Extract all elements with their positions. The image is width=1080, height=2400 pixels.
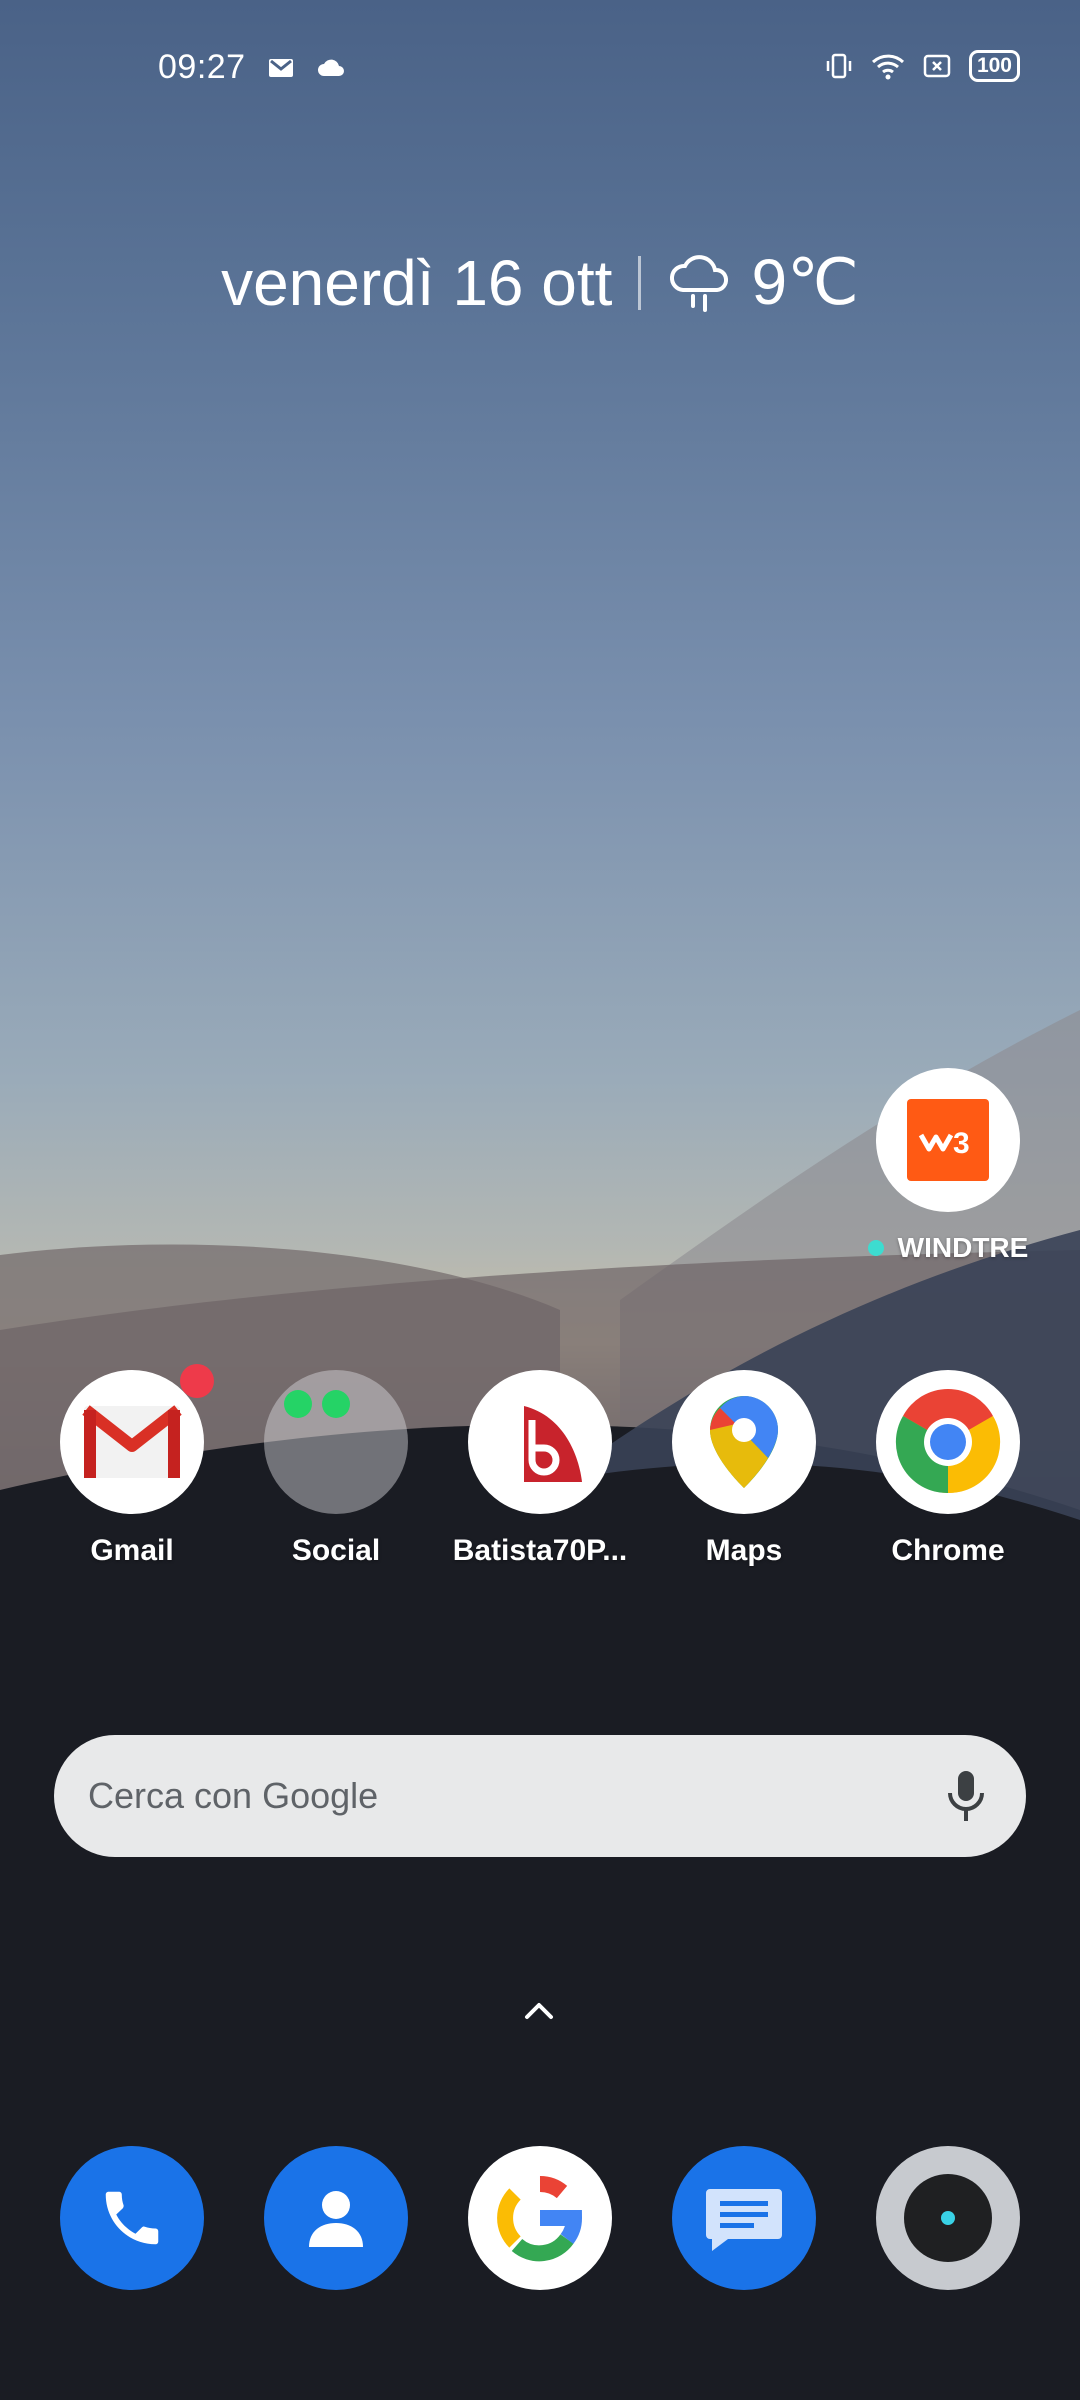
windtre-app-icon[interactable]: 3 xyxy=(876,1068,1020,1212)
wifi-icon xyxy=(871,54,904,80)
dock-messages[interactable] xyxy=(644,2146,844,2290)
temperature-text[interactable]: 9℃ xyxy=(751,245,858,320)
app-label: Social xyxy=(291,1534,381,1567)
battery-icon: 100 xyxy=(968,50,1020,82)
cloud-icon xyxy=(317,59,344,76)
status-bar-right: 100 xyxy=(825,50,1020,82)
messages-icon[interactable] xyxy=(672,2146,816,2290)
phone-icon[interactable] xyxy=(60,2146,204,2290)
google-search-bar[interactable] xyxy=(54,1735,1026,1857)
app-drawer-handle[interactable] xyxy=(515,1995,563,2032)
app-gmail[interactable]: Gmail xyxy=(32,1364,232,1568)
dock-google[interactable] xyxy=(440,2146,640,2290)
app-windtre[interactable]: 3 WINDTRE xyxy=(848,1068,1048,1264)
nfc-icon xyxy=(923,54,951,78)
app-label: Batista70P... xyxy=(452,1534,628,1567)
social-folder-icon[interactable] xyxy=(264,1370,408,1514)
whatsapp-icon xyxy=(284,1390,312,1418)
chevron-up-icon[interactable] xyxy=(515,1995,563,2027)
dock-contacts[interactable] xyxy=(236,2146,436,2290)
gmail-icon[interactable] xyxy=(60,1364,214,1514)
chrome-icon[interactable] xyxy=(876,1370,1020,1514)
app-label: Gmail xyxy=(90,1534,174,1567)
status-bar-left: 09:27 xyxy=(158,48,346,87)
date-weather-widget[interactable]: venerdì 16 ott 9℃ xyxy=(0,245,1080,320)
date-text[interactable]: venerdì 16 ott xyxy=(221,246,612,320)
new-app-dot xyxy=(867,1240,884,1256)
batista-app-icon[interactable] xyxy=(468,1370,612,1514)
gmail-notification-icon xyxy=(268,58,293,77)
rain-cloud-icon xyxy=(670,254,729,312)
vibrate-icon xyxy=(826,53,852,79)
camera-icon[interactable] xyxy=(876,2146,1020,2290)
dock-camera[interactable] xyxy=(848,2146,1048,2290)
search-input[interactable] xyxy=(86,1774,890,1818)
contacts-icon[interactable] xyxy=(264,2146,408,2290)
widget-divider xyxy=(638,255,642,310)
microphone-icon[interactable] xyxy=(946,1769,986,1823)
dock-phone[interactable] xyxy=(32,2146,232,2290)
notification-badge xyxy=(180,1364,214,1398)
app-batista[interactable]: Batista70P... xyxy=(440,1370,640,1568)
app-label: WINDTRE xyxy=(897,1232,1029,1263)
app-social-folder[interactable]: Social xyxy=(236,1370,436,1568)
maps-icon[interactable] xyxy=(672,1370,816,1514)
app-label: Chrome xyxy=(891,1534,1005,1567)
app-maps[interactable]: Maps xyxy=(644,1370,844,1568)
clock: 09:27 xyxy=(158,48,246,86)
whatsapp-business-icon xyxy=(322,1390,350,1418)
google-icon[interactable] xyxy=(468,2146,612,2290)
app-chrome[interactable]: Chrome xyxy=(848,1370,1048,1568)
svg-text:3: 3 xyxy=(953,1127,970,1160)
app-label: Maps xyxy=(705,1534,783,1567)
